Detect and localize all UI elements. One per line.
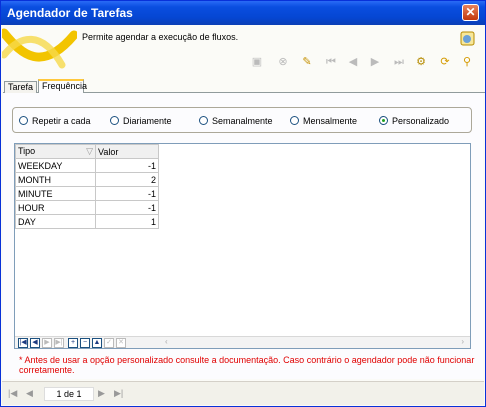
radio-circle[interactable] [19, 116, 28, 125]
tab-frequencia[interactable]: Frequência [38, 79, 87, 94]
radio-label: Repetir a cada [32, 116, 91, 126]
grid-add-button[interactable]: + [68, 338, 78, 348]
table-row[interactable]: MONTH 2 [15, 172, 159, 187]
grid-apply-button[interactable]: ✓ [104, 338, 114, 348]
grid-prev-button[interactable]: ◀ [30, 338, 40, 348]
refresh-icon[interactable]: ⟳ [438, 55, 452, 69]
grid-cancel-button[interactable]: ✕ [116, 338, 126, 348]
save-icon[interactable]: ▣ [250, 55, 264, 69]
cell-tipo[interactable]: MONTH [15, 172, 96, 187]
previous-icon[interactable]: ◀ [346, 55, 360, 69]
radio-circle[interactable] [199, 116, 208, 125]
cell-valor[interactable]: 2 [95, 172, 159, 187]
search-icon[interactable]: ⚲ [460, 55, 474, 69]
scheduler-window: Agendador de Tarefas ✕ Permite agendar a… [0, 0, 486, 407]
radio-semanalmente[interactable]: Semanalmente [199, 115, 273, 127]
horizontal-scrollbar[interactable]: ‹ › [163, 337, 468, 349]
cell-tipo[interactable]: DAY [15, 214, 96, 229]
warning-note: * Antes de usar a opção personalizado co… [19, 355, 475, 375]
new-record-icon[interactable]: ✎ [300, 55, 314, 69]
cell-tipo[interactable]: HOUR [15, 200, 96, 215]
grid-remove-button[interactable]: − [80, 338, 90, 348]
pager-first-button[interactable]: |◀ [8, 388, 17, 399]
grid-navigator: |◀ ◀ ▶ ▶| + − ▲ ✓ ✕ ‹ › [15, 336, 470, 348]
page-description: Permite agendar a execução de fluxos. [82, 32, 239, 42]
grid-next-button[interactable]: ▶ [42, 338, 52, 348]
last-icon[interactable]: ⏭ [392, 55, 406, 69]
help-icon[interactable] [460, 31, 476, 47]
cell-valor[interactable]: 1 [95, 214, 159, 229]
column-header-valor[interactable]: Valor [95, 144, 159, 159]
grid-table: Tipo ▽ Valor WEEKDAY -1 MONTH 2 MINUTE -… [15, 144, 159, 229]
radio-label: Personalizado [392, 116, 450, 126]
radio-circle[interactable] [110, 116, 119, 125]
table-row[interactable]: WEEKDAY -1 [15, 158, 159, 173]
radio-label: Semanalmente [212, 116, 273, 126]
table-row[interactable]: MINUTE -1 [15, 186, 159, 201]
scroll-right-icon[interactable]: › [461, 337, 464, 346]
frequency-grid: Tipo ▽ Valor WEEKDAY -1 MONTH 2 MINUTE -… [14, 143, 471, 349]
pager-prev-button[interactable]: ◀ [26, 388, 33, 399]
page-indicator: 1 de 1 [44, 387, 94, 401]
grid-first-button[interactable]: |◀ [18, 338, 28, 348]
cell-valor[interactable]: -1 [95, 186, 159, 201]
settings-icon[interactable]: ⚙ [414, 55, 428, 69]
title-bar[interactable]: Agendador de Tarefas ✕ [1, 1, 485, 25]
cell-valor[interactable]: -1 [95, 158, 159, 173]
radio-circle[interactable] [290, 116, 299, 125]
cell-valor[interactable]: -1 [95, 200, 159, 215]
first-icon[interactable]: ⏮ [324, 55, 338, 69]
grid-up-button[interactable]: ▲ [92, 338, 102, 348]
next-icon[interactable]: ▶ [368, 55, 382, 69]
tab-strip: Tarefa Frequência [3, 79, 485, 94]
frequency-panel: Repetir a cada Diariamente Semanalmente … [3, 93, 483, 379]
close-button[interactable]: ✕ [462, 4, 479, 21]
cancel-icon[interactable]: ⊗ [276, 55, 290, 69]
cell-tipo[interactable]: MINUTE [15, 186, 96, 201]
window-title: Agendador de Tarefas [7, 6, 133, 20]
radio-repetir[interactable]: Repetir a cada [19, 115, 91, 127]
tab-tarefa[interactable]: Tarefa [4, 81, 37, 93]
frequency-radio-group: Repetir a cada Diariamente Semanalmente … [12, 107, 472, 133]
radio-circle-checked[interactable] [379, 116, 388, 125]
table-row[interactable]: DAY 1 [15, 214, 159, 229]
radio-personalizado[interactable]: Personalizado [379, 115, 449, 127]
column-header-tipo[interactable]: Tipo ▽ [15, 144, 96, 159]
pager-last-button[interactable]: ▶| [114, 388, 123, 399]
filter-icon[interactable]: ▽ [86, 146, 93, 157]
grid-header-row: Tipo ▽ Valor [15, 144, 159, 159]
grid-last-button[interactable]: ▶| [54, 338, 64, 348]
header-area: Permite agendar a execução de fluxos. ▣ … [2, 25, 484, 78]
cell-tipo[interactable]: WEEKDAY [15, 158, 96, 173]
pager-next-button[interactable]: ▶ [98, 388, 105, 399]
record-pager: |◀ ◀ 1 de 1 ▶ ▶| [2, 381, 484, 405]
radio-diariamente[interactable]: Diariamente [110, 115, 172, 127]
radio-label: Diariamente [123, 116, 172, 126]
table-row[interactable]: HOUR -1 [15, 200, 159, 215]
radio-mensalmente[interactable]: Mensalmente [290, 115, 357, 127]
app-logo [2, 28, 77, 69]
scroll-left-icon[interactable]: ‹ [165, 337, 168, 346]
radio-label: Mensalmente [303, 116, 358, 126]
